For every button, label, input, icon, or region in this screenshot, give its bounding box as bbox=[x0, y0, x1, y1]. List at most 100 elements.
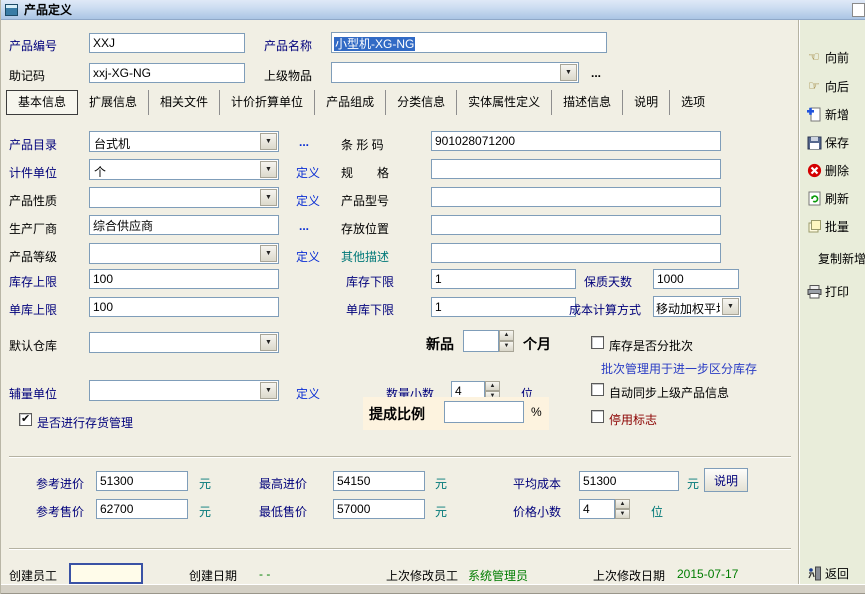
tab-1[interactable]: 基本信息 bbox=[6, 90, 78, 115]
tab-2[interactable]: 扩展信息 bbox=[78, 90, 149, 115]
catalog-select[interactable]: 台式机 ▼ bbox=[89, 131, 279, 152]
max-purchase-input[interactable] bbox=[333, 471, 425, 491]
other-desc-link[interactable]: 其他描述 bbox=[341, 248, 389, 265]
tab-7[interactable]: 实体属性定义 bbox=[457, 90, 552, 115]
ref-sale-input[interactable] bbox=[96, 499, 188, 519]
nature-define-link[interactable]: 定义 bbox=[296, 192, 320, 209]
sidebar-button-6[interactable]: 刷新 bbox=[806, 189, 865, 207]
sidebar-button-9[interactable]: 打印 bbox=[806, 282, 865, 300]
sidebar-button-1[interactable]: ☜向前 bbox=[806, 48, 865, 66]
cost-method-select[interactable]: 移动加权平均 ▼ bbox=[653, 296, 741, 317]
parent-item-label: 上级物品 bbox=[264, 67, 312, 84]
chevron-down-icon[interactable]: ▼ bbox=[260, 334, 277, 351]
spin-down-icon[interactable]: ▼ bbox=[615, 509, 630, 519]
manufacturer-input[interactable] bbox=[89, 215, 279, 235]
nature-select[interactable]: ▼ bbox=[89, 187, 279, 208]
grade-select[interactable]: ▼ bbox=[89, 243, 279, 264]
yuan-label: 元 bbox=[199, 475, 211, 492]
location-input[interactable] bbox=[431, 215, 721, 235]
save-floppy-icon bbox=[806, 135, 822, 150]
tab-4[interactable]: 计价折算单位 bbox=[220, 90, 315, 115]
cost-method-label: 成本计算方式 bbox=[569, 301, 641, 318]
aux-unit-select[interactable]: ▼ bbox=[89, 380, 279, 401]
parent-item-select[interactable]: ▼ bbox=[331, 62, 579, 83]
batch-checkbox-label[interactable]: 库存是否分批次 bbox=[609, 337, 693, 354]
auto-sync-checkbox[interactable] bbox=[591, 383, 604, 396]
window-control-fragment[interactable] bbox=[852, 3, 865, 17]
commission-input[interactable] bbox=[444, 401, 524, 423]
tab-5[interactable]: 产品组成 bbox=[315, 90, 386, 115]
tab-3[interactable]: 相关文件 bbox=[149, 90, 220, 115]
chevron-down-icon[interactable]: ▼ bbox=[260, 245, 277, 262]
stock-lower-input[interactable] bbox=[431, 269, 576, 289]
ref-purchase-input[interactable] bbox=[96, 471, 188, 491]
chevron-down-icon[interactable]: ▼ bbox=[260, 133, 277, 150]
max-purchase-label: 最高进价 bbox=[259, 475, 307, 492]
barcode-input[interactable] bbox=[431, 131, 721, 151]
manufacturer-label: 生产厂商 bbox=[9, 220, 57, 237]
default-warehouse-label: 默认仓库 bbox=[9, 337, 57, 354]
sidebar-button-7[interactable]: 批量 bbox=[806, 217, 865, 235]
tab-6[interactable]: 分类信息 bbox=[386, 90, 457, 115]
chevron-down-icon[interactable]: ▼ bbox=[260, 161, 277, 178]
nature-label: 产品性质 bbox=[9, 192, 57, 209]
price-decimal-spinner[interactable]: ▲▼ bbox=[615, 499, 630, 519]
chevron-down-icon[interactable]: ▼ bbox=[722, 298, 739, 315]
sidebar-button-2[interactable]: ☞向后 bbox=[806, 77, 865, 95]
inventory-mgmt-label[interactable]: 是否进行存货管理 bbox=[37, 414, 133, 431]
manufacturer-more-button[interactable]: ... bbox=[299, 219, 309, 233]
unit-select[interactable]: 个 ▼ bbox=[89, 159, 279, 180]
title-bar[interactable]: 产品定义 bbox=[1, 0, 865, 20]
new-product-spinner[interactable]: ▲▼ bbox=[499, 330, 514, 352]
sidebar-button-8[interactable]: 复制新增 bbox=[818, 249, 865, 267]
tab-10[interactable]: 选项 bbox=[670, 90, 716, 115]
shelf-days-input[interactable] bbox=[653, 269, 739, 289]
ref-sale-label: 参考售价 bbox=[36, 503, 84, 520]
stock-upper-input[interactable] bbox=[89, 269, 279, 289]
spin-up-icon[interactable]: ▲ bbox=[615, 499, 630, 509]
other-desc-input[interactable] bbox=[431, 243, 721, 263]
auto-sync-label[interactable]: 自动同步上级产品信息 bbox=[609, 384, 729, 401]
aux-unit-define-link[interactable]: 定义 bbox=[296, 385, 320, 402]
default-warehouse-select[interactable]: ▼ bbox=[89, 332, 279, 353]
disable-flag-label[interactable]: 停用标志 bbox=[609, 411, 657, 428]
spec-label: 规 格 bbox=[341, 164, 389, 181]
min-sale-input[interactable] bbox=[333, 499, 425, 519]
disable-flag-checkbox[interactable] bbox=[591, 410, 604, 423]
parent-item-more-button[interactable]: ... bbox=[591, 66, 601, 80]
product-code-input[interactable] bbox=[89, 33, 245, 53]
tab-9[interactable]: 说明 bbox=[623, 90, 670, 115]
catalog-more-button[interactable]: ... bbox=[299, 135, 309, 149]
single-upper-input[interactable] bbox=[89, 297, 279, 317]
chevron-down-icon[interactable]: ▼ bbox=[560, 64, 577, 81]
spin-up-icon[interactable]: ▲ bbox=[499, 330, 514, 341]
tab-8[interactable]: 描述信息 bbox=[552, 90, 623, 115]
sidebar-button-10[interactable]: 返回 bbox=[806, 564, 865, 582]
inventory-mgmt-checkbox[interactable] bbox=[19, 413, 32, 426]
mnemonic-input[interactable] bbox=[89, 63, 245, 83]
explain-button[interactable]: 说明 bbox=[704, 468, 748, 492]
sidebar-button-4[interactable]: 保存 bbox=[806, 133, 865, 151]
spin-down-icon[interactable]: ▼ bbox=[499, 341, 514, 352]
chevron-down-icon[interactable]: ▼ bbox=[260, 382, 277, 399]
avg-cost-input[interactable] bbox=[579, 471, 679, 491]
chevron-down-icon[interactable]: ▼ bbox=[260, 189, 277, 206]
spin-up-icon[interactable]: ▲ bbox=[485, 381, 500, 391]
grade-define-link[interactable]: 定义 bbox=[296, 248, 320, 265]
batch-checkbox[interactable] bbox=[591, 336, 604, 349]
sidebar-button-5[interactable]: 删除 bbox=[806, 161, 865, 179]
single-lower-input[interactable] bbox=[431, 297, 576, 317]
new-product-months-input[interactable] bbox=[463, 330, 499, 352]
model-input[interactable] bbox=[431, 187, 721, 207]
unit-define-link[interactable]: 定义 bbox=[296, 164, 320, 181]
spec-input[interactable] bbox=[431, 159, 721, 179]
barcode-label: 条 形 码 bbox=[341, 136, 384, 153]
product-name-input[interactable]: 小型机-XG-NG bbox=[331, 32, 607, 53]
creator-input[interactable] bbox=[69, 563, 143, 584]
price-decimal-input[interactable] bbox=[579, 499, 615, 519]
sidebar-button-3[interactable]: 新增 bbox=[806, 105, 865, 123]
sidebar-button-label: 批量 bbox=[825, 218, 849, 235]
catalog-value: 台式机 bbox=[94, 135, 258, 152]
location-label: 存放位置 bbox=[341, 220, 389, 237]
hand-right-icon: ☞ bbox=[806, 79, 822, 94]
